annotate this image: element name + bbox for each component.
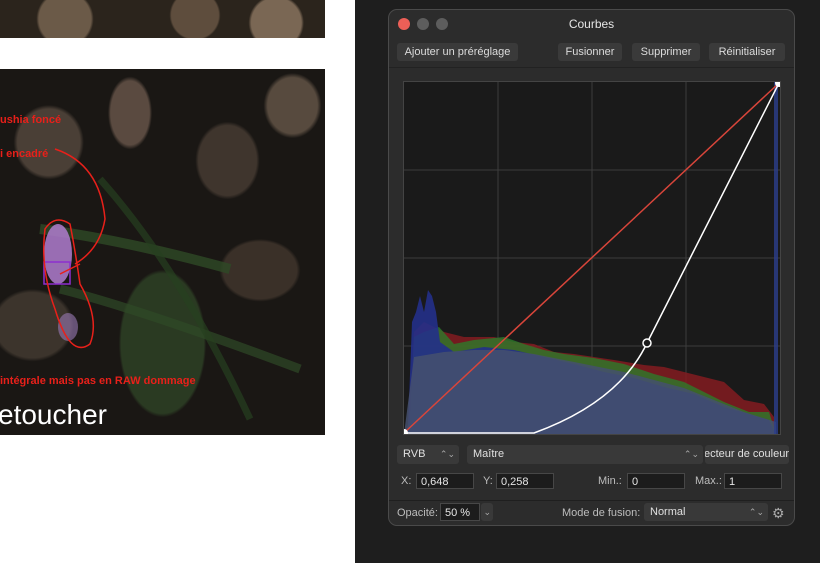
x-input[interactable]: 0,648 — [416, 473, 474, 489]
annotation-text-1: ushia foncé — [0, 114, 62, 126]
channel-select[interactable]: RVB ⌃⌄ — [397, 445, 459, 464]
footer-divider — [389, 500, 794, 501]
y-input[interactable]: 0,258 — [496, 473, 554, 489]
y-label: Y: — [483, 475, 493, 487]
gear-icon[interactable]: ⚙ — [772, 505, 785, 522]
merge-button[interactable]: Fusionner — [558, 43, 622, 61]
reset-button[interactable]: Réinitialiser — [709, 43, 785, 61]
curves-panel: Courbes Ajouter un préréglage Fusionner … — [388, 9, 795, 526]
photo-heading: etoucher — [0, 399, 107, 430]
photo-top-strip — [0, 0, 325, 38]
min-label: Min.: — [598, 475, 622, 487]
blend-mode-label: Mode de fusion: — [562, 507, 641, 519]
updown-chevron-icon: ⌃⌄ — [683, 449, 699, 459]
x-label: X: — [401, 475, 412, 487]
updown-chevron-icon: ⌃⌄ — [439, 449, 455, 459]
curve-point-mid[interactable] — [642, 338, 652, 348]
max-label: Max.: — [695, 475, 722, 487]
blend-mode-select[interactable]: Normal ⌃⌄ — [644, 503, 768, 521]
chevron-down-icon: ⌄ — [483, 507, 491, 517]
opacity-label: Opacité: — [397, 507, 438, 519]
annotation-text-3: intégrale mais pas en RAW dommage — [0, 375, 196, 387]
opacity-dropdown[interactable]: ⌄ — [481, 503, 493, 521]
toolbar-divider — [389, 67, 794, 68]
master-select[interactable]: Maître ⌃⌄ — [467, 445, 703, 464]
photo-main: ushia foncé i encadré intégrale mais pas… — [0, 69, 325, 435]
max-input[interactable]: 1 — [724, 473, 782, 489]
min-input[interactable]: 0 — [627, 473, 685, 489]
annotation-text-2: i encadré — [0, 148, 49, 160]
panel-title: Courbes — [568, 17, 615, 31]
color-picker-button[interactable]: Sélecteur de couleur — [705, 445, 789, 464]
opacity-input[interactable]: 50 % — [440, 503, 480, 521]
delete-button[interactable]: Supprimer — [632, 43, 700, 61]
add-preset-button[interactable]: Ajouter un préréglage — [397, 43, 518, 61]
panel-titlebar[interactable]: Courbes — [389, 10, 794, 38]
curve-editor[interactable] — [403, 81, 781, 435]
updown-chevron-icon: ⌃⌄ — [748, 507, 764, 517]
document-canvas: ushia foncé i encadré intégrale mais pas… — [0, 0, 355, 563]
